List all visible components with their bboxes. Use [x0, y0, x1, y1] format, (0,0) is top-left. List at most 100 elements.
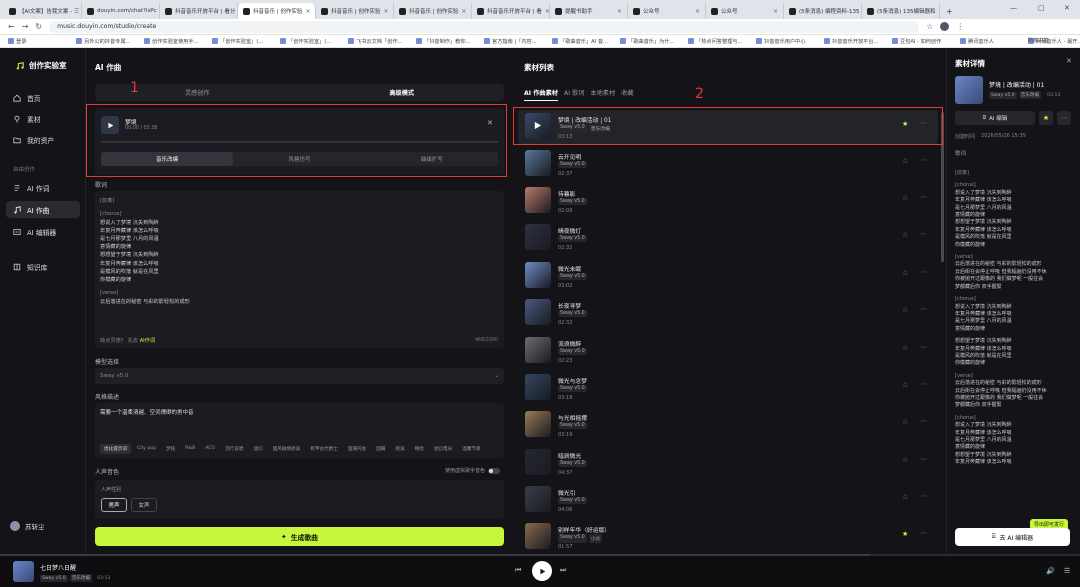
favorite-star-icon[interactable]: ☆ — [902, 418, 908, 426]
go-ai-editor-button[interactable]: ⌸ 去 AI 编辑器 — [955, 528, 1070, 546]
more-icon[interactable]: ⋯ — [920, 455, 927, 463]
material-row[interactable]: 微光与念梦 Sway v5.0 03:18 ☆ ⋯ — [518, 371, 938, 405]
bookmark-item[interactable]: 「抖音制作」教你... — [416, 38, 484, 45]
favorite-star-icon[interactable]: ☆ — [902, 344, 908, 352]
style-chip[interactable]: 国风融情摇滚 — [269, 444, 305, 454]
playlist-icon[interactable]: ☰ — [1064, 567, 1070, 575]
browser-tab[interactable]: (5条消息) 135编辑器和× — [862, 3, 940, 19]
browser-tab[interactable]: 提醒书助手 × — [550, 3, 628, 19]
more-icon[interactable]: ⋯ — [920, 529, 927, 537]
bookmark-item[interactable]: 腾讯音乐人 — [960, 38, 1028, 45]
material-row[interactable]: 与光相摇摆 Sway v5.0 03:19 ☆ ⋯ — [518, 408, 938, 442]
tab-advanced[interactable]: 高级模式 — [300, 84, 505, 101]
maximize-icon[interactable]: ▢ — [1038, 4, 1045, 12]
brand-logo[interactable]: 创作实验室 — [16, 60, 67, 71]
favorite-star-icon[interactable]: ☆ — [902, 381, 908, 389]
style-chip[interactable]: 流行说唱 — [221, 444, 247, 454]
bookmark-item[interactable]: 「热点问答整理与... — [688, 38, 756, 45]
more-icon[interactable]: ⋯ — [1057, 111, 1071, 125]
browser-tab[interactable]: (5条消息) 编程资料-135× — [784, 3, 862, 19]
bookmark-item[interactable]: 豆包AI - 如何创作 — [892, 38, 960, 45]
male-voice-button[interactable]: 男声 — [101, 498, 127, 512]
material-cover[interactable] — [525, 486, 551, 512]
browser-tab[interactable]: 抖音音乐开放平台 | 看分× — [160, 3, 238, 19]
favorite-star-icon[interactable]: ☆ — [902, 456, 908, 464]
material-row[interactable]: 长夜寻梦 Sway v5.0 02:32 ☆ ⋯ — [518, 296, 938, 330]
material-row[interactable]: 微光引 Sway v5.0 04:06 ☆ ⋯ — [518, 483, 938, 517]
material-row[interactable]: 微光未眠 Sway v5.0 03:02 ☆ ⋯ — [518, 259, 938, 293]
female-voice-button[interactable]: 女声 — [131, 498, 157, 512]
close-panel-icon[interactable]: ✕ — [1066, 57, 1072, 65]
more-icon[interactable]: ⋯ — [920, 380, 927, 388]
material-row[interactable]: 云开见明 Sway v5.0 02:37 ☆ ⋯ — [518, 147, 938, 181]
star-icon[interactable]: ☆ — [926, 22, 933, 31]
tab-favorites[interactable]: 收藏 — [621, 88, 633, 101]
style-chip[interactable]: City pop — [133, 444, 160, 454]
more-icon[interactable]: ⋯ — [920, 268, 927, 276]
bookmark-item[interactable]: 「创作实验室」(... — [212, 38, 280, 45]
browser-tab[interactable]: 公众号 × — [706, 3, 784, 19]
material-cover[interactable] — [525, 411, 551, 437]
sidebar-item-home[interactable]: 首页 — [6, 89, 80, 106]
favorite-star-icon[interactable]: ☆ — [902, 306, 908, 314]
close-window-icon[interactable]: ✕ — [1064, 4, 1070, 12]
style-textarea[interactable]: 需要一个温柔清越、空灵缥缈的男中音 优化提示词 City pop 梦核 R&B ACG 流… — [95, 403, 504, 458]
material-cover[interactable] — [525, 150, 551, 176]
material-cover[interactable] — [525, 337, 551, 363]
next-icon[interactable]: ⏭ — [560, 566, 566, 575]
favorite-star-icon[interactable]: ☆ — [902, 493, 908, 501]
sidebar-item-assets[interactable]: 我的资产 — [6, 131, 80, 148]
sidebar-item-ai-compose[interactable]: AI 作曲 — [6, 201, 80, 218]
more-icon[interactable]: ⋯ — [920, 492, 927, 500]
browser-tab[interactable]: 抖音音乐 | 创作实验 × — [238, 3, 316, 19]
tab-inspiration[interactable]: 灵感创作 — [95, 84, 300, 101]
sidebar-item-knowledge[interactable]: 知识库 — [6, 258, 80, 275]
close-tab-icon[interactable]: × — [305, 8, 310, 15]
style-chip[interactable]: 嘻哈 — [411, 444, 428, 454]
all-bookmarks[interactable]: 所有书签 — [1028, 37, 1049, 44]
style-chip[interactable]: 温馨节奏 — [458, 444, 484, 454]
material-cover[interactable] — [525, 523, 551, 549]
minimize-icon[interactable]: — — [1010, 4, 1017, 12]
volume-icon[interactable]: 🔊 — [1046, 567, 1055, 575]
material-cover[interactable] — [525, 187, 551, 213]
favorite-star-icon[interactable]: ★ — [902, 530, 908, 538]
material-cover[interactable] — [525, 449, 551, 475]
material-cover[interactable] — [525, 224, 551, 250]
bookmark-item[interactable]: 另外公的抖音专属... — [76, 38, 144, 45]
close-tab-icon[interactable]: × — [383, 8, 388, 15]
more-icon[interactable]: ⋯ — [920, 305, 927, 313]
bookmark-item[interactable]: 飞书云文档「创作... — [348, 38, 416, 45]
material-row[interactable]: 待暮影 Sway v5.0 02:09 ☆ ⋯ — [518, 184, 938, 218]
more-icon[interactable]: ⋯ — [920, 417, 927, 425]
more-icon[interactable]: ⋯ — [920, 343, 927, 351]
virtual-singer-toggle[interactable]: 使用虚拟歌手音色 — [445, 467, 501, 474]
sidebar-item-ai-lyrics[interactable]: AI 作词 — [6, 179, 80, 196]
player-progress[interactable] — [0, 554, 1080, 556]
previous-icon[interactable]: ⏮ — [515, 566, 521, 575]
style-chip[interactable]: 国潮闪会 — [344, 444, 370, 454]
tab-local[interactable]: 本地素材 — [590, 88, 615, 101]
sidebar-item-ai-editor[interactable]: AI 编辑器 — [6, 223, 80, 240]
browser-tab[interactable]: 【AI文案】告我文案 - 三× — [4, 3, 82, 19]
material-row[interactable]: 别样年华（好运版） Sway v5.0 小众 01:57 ★ ⋯ — [518, 520, 938, 554]
more-icon[interactable]: ⋯ — [920, 230, 927, 238]
ai-lyrics-link[interactable]: AI作词 — [140, 338, 155, 344]
close-tab-icon[interactable]: × — [461, 8, 466, 15]
style-chip[interactable]: 迷幻 — [249, 444, 266, 454]
favorite-star-icon[interactable]: ☆ — [902, 194, 908, 202]
toggle-switch[interactable] — [488, 467, 501, 474]
bookmark-item[interactable]: 抖音音乐用户中心 — [756, 38, 824, 45]
material-row[interactable]: 暗涧微光 Sway v5.0 04:37 ☆ ⋯ — [518, 446, 938, 480]
bookmark-item[interactable]: 「创作实验室」(... — [280, 38, 348, 45]
user-profile[interactable]: 苏斩尘 — [10, 521, 45, 531]
material-cover[interactable] — [525, 262, 551, 288]
bookmark-item[interactable]: 官方指南 |「内容... — [484, 38, 552, 45]
favorite-star-icon[interactable]: ☆ — [902, 157, 908, 165]
style-chip[interactable]: R&B — [181, 444, 199, 454]
bookmark-item[interactable]: 登录 — [8, 38, 76, 45]
profile-avatar[interactable] — [940, 22, 950, 31]
menu-icon[interactable]: ⋮ — [956, 22, 964, 31]
material-cover[interactable] — [525, 374, 551, 400]
material-row[interactable]: 晴夜微灯 Sway v5.0 02:32 ☆ ⋯ — [518, 221, 938, 255]
